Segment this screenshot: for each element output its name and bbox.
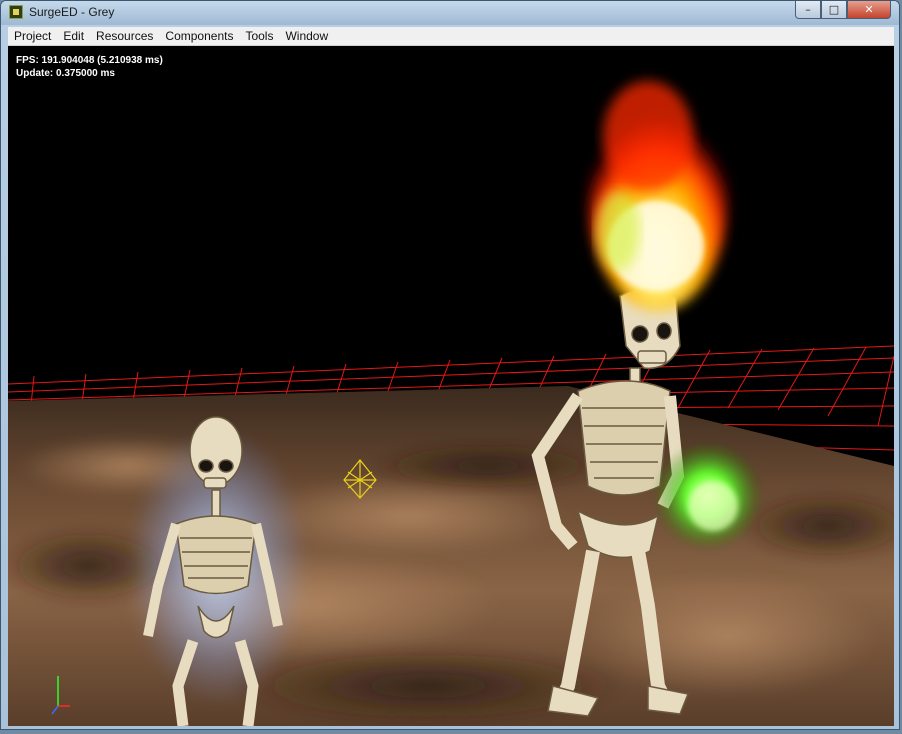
green-fire-effect <box>653 441 763 551</box>
surge-app-icon[interactable] <box>9 5 23 19</box>
fire-effect <box>588 81 728 311</box>
menu-components[interactable]: Components <box>159 27 239 45</box>
window-controls: – □ ✕ <box>795 1 891 19</box>
fps-readout: FPS: 191.904048 (5.210938 ms) <box>16 55 163 66</box>
scene-render[interactable] <box>8 46 894 726</box>
menu-resources[interactable]: Resources <box>90 27 159 45</box>
menu-project[interactable]: Project <box>8 27 57 45</box>
editor-window: SurgeED - Grey – □ ✕ Project Edit Resour… <box>0 0 900 730</box>
menu-bar: Project Edit Resources Components Tools … <box>8 27 894 46</box>
window-title: SurgeED - Grey <box>29 5 115 19</box>
close-button[interactable]: ✕ <box>847 1 891 19</box>
minimize-button[interactable]: – <box>795 1 821 19</box>
3d-viewport[interactable]: FPS: 191.904048 (5.210938 ms) Update: 0.… <box>8 46 894 726</box>
menu-edit[interactable]: Edit <box>57 27 90 45</box>
update-time-readout: Update: 0.375000 ms <box>16 68 115 79</box>
menu-tools[interactable]: Tools <box>239 27 279 45</box>
maximize-button[interactable]: □ <box>821 1 847 19</box>
menu-window[interactable]: Window <box>279 27 334 45</box>
title-bar[interactable]: SurgeED - Grey – □ ✕ <box>1 1 899 25</box>
